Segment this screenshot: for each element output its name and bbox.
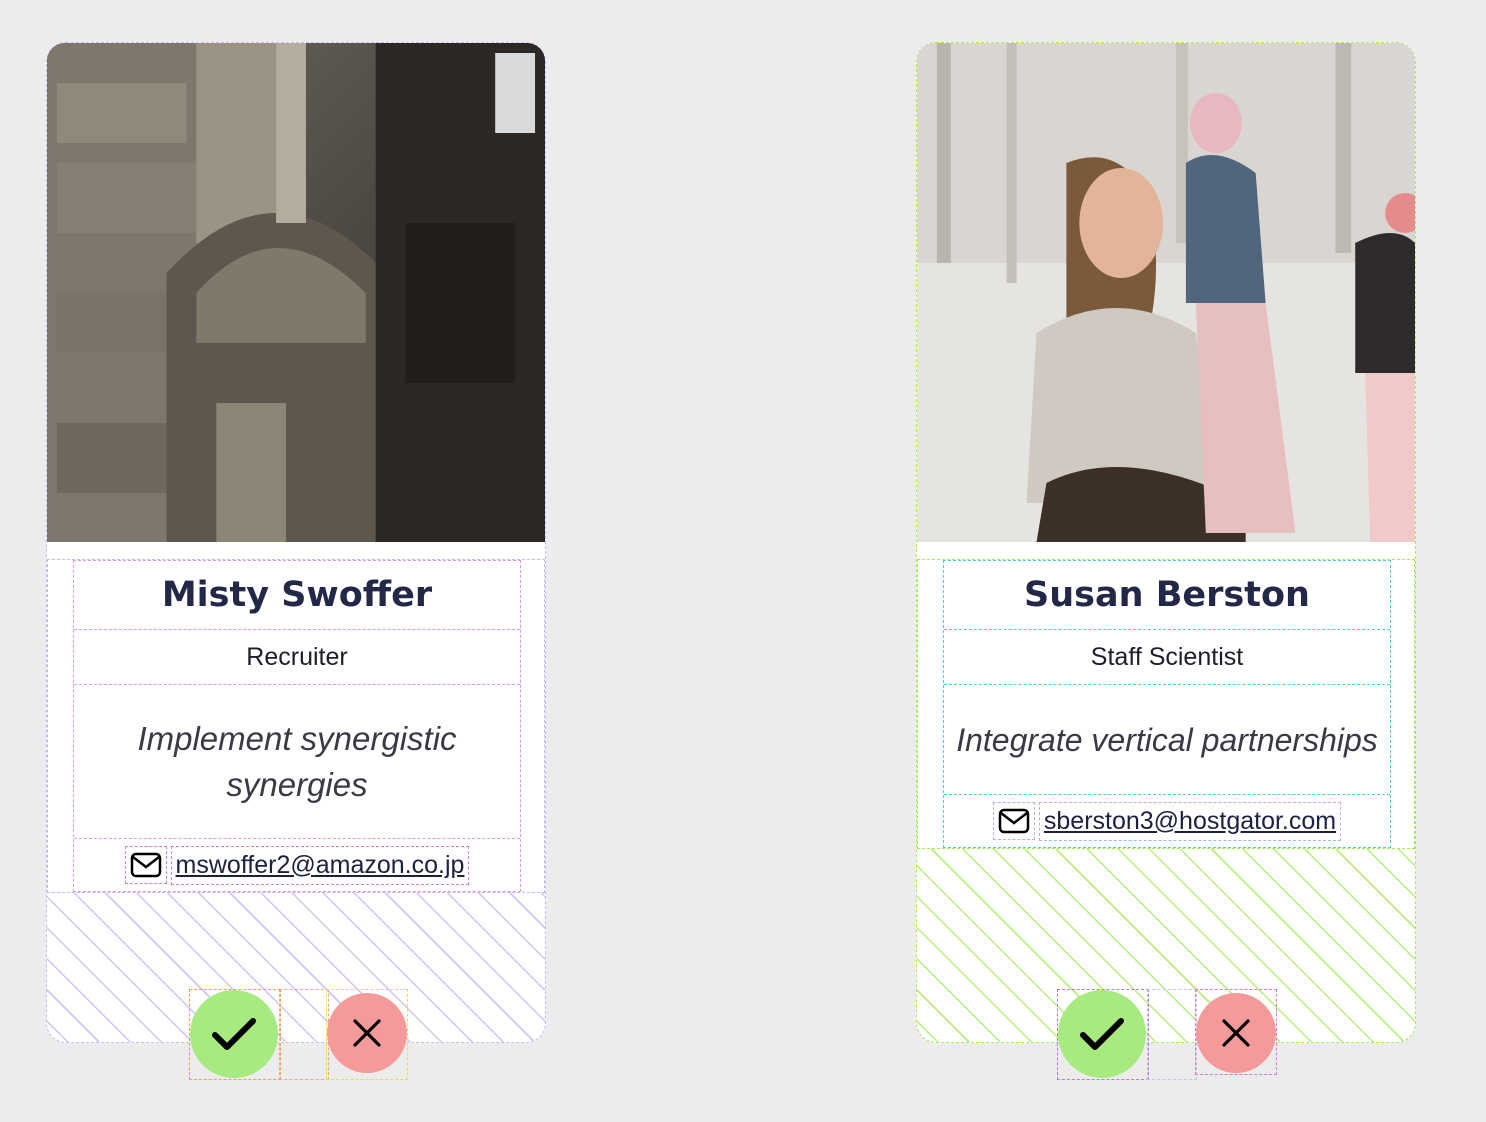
check-icon	[1077, 1014, 1127, 1054]
profile-tagline: Implement synergistic synergies	[74, 685, 520, 839]
check-icon	[209, 1014, 259, 1054]
profile-details: Misty Swoffer Recruiter Implement synerg…	[73, 560, 521, 892]
profile-name: Misty Swoffer	[74, 561, 520, 630]
profile-role: Recruiter	[74, 630, 520, 685]
profile-name: Susan Berston	[944, 561, 1390, 630]
profile-tagline: Integrate vertical partnerships	[944, 685, 1390, 795]
profile-role: Staff Scientist	[944, 630, 1390, 685]
accept-button[interactable]	[1058, 990, 1146, 1078]
profile-card: Misty Swoffer Recruiter Implement synerg…	[46, 42, 546, 1043]
card-footer	[47, 893, 545, 1042]
email-link[interactable]: mswoffer2@amazon.co.jp	[170, 845, 470, 885]
email-link[interactable]: sberston3@hostgator.com	[1038, 801, 1342, 841]
profile-photo	[917, 43, 1415, 542]
close-icon	[351, 1017, 383, 1049]
email-row: mswoffer2@amazon.co.jp	[74, 839, 520, 891]
profile-photo	[47, 43, 545, 542]
mail-icon	[992, 802, 1035, 840]
accept-button[interactable]	[190, 990, 278, 1078]
profile-details: Susan Berston Staff Scientist Integrate …	[943, 560, 1391, 848]
mail-icon	[124, 846, 167, 884]
reject-button[interactable]	[327, 993, 407, 1073]
card-footer	[917, 849, 1415, 1042]
profile-info: Misty Swoffer Recruiter Implement synerg…	[47, 559, 545, 893]
profile-card: Susan Berston Staff Scientist Integrate …	[916, 42, 1416, 1043]
profile-info: Susan Berston Staff Scientist Integrate …	[917, 559, 1415, 849]
email-row: sberston3@hostgator.com	[944, 795, 1390, 847]
reject-button[interactable]	[1196, 993, 1276, 1073]
close-icon	[1220, 1017, 1252, 1049]
